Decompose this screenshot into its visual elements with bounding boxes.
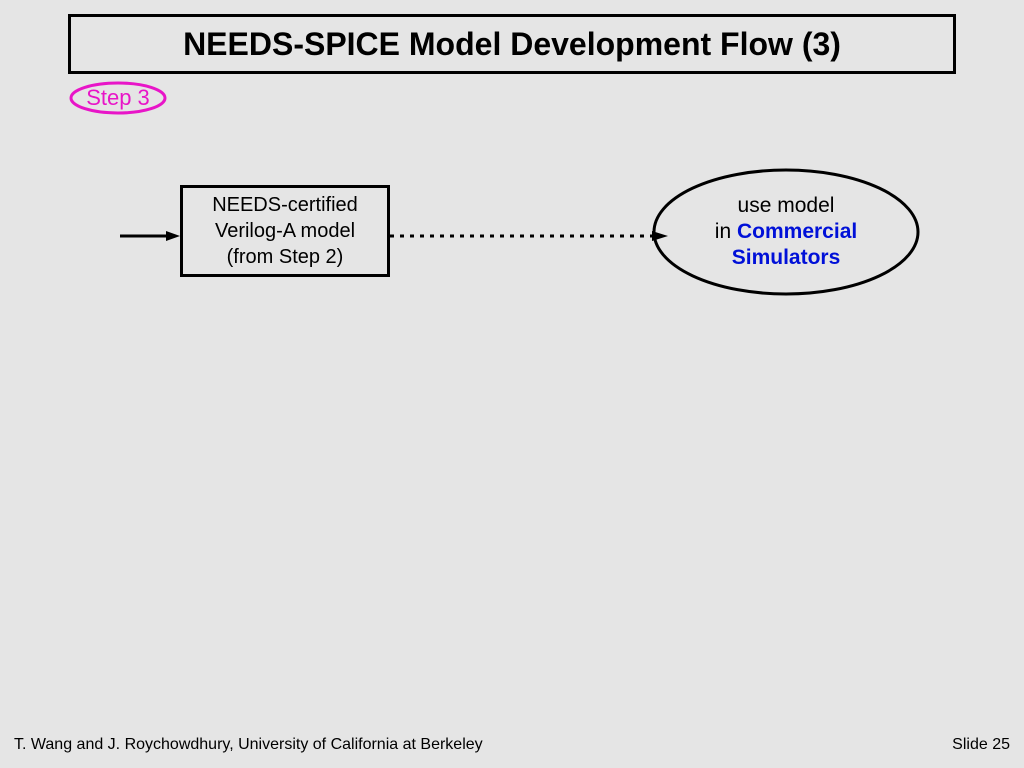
needs-certified-box: NEEDS-certified Verilog-A model (from St… xyxy=(180,185,390,277)
commercial-simulators-ellipse: use model in Commercial Simulators xyxy=(650,166,922,298)
title-text: NEEDS-SPICE Model Development Flow (3) xyxy=(183,26,841,62)
ellipse-content: use model in Commercial Simulators xyxy=(650,166,922,298)
dotted-arrow xyxy=(390,228,668,238)
box-line2: Verilog-A model xyxy=(212,218,358,244)
box-line3: (from Step 2) xyxy=(212,244,358,270)
ellipse-line2-emph: Commercial xyxy=(737,220,857,243)
arrow-right-icon xyxy=(120,231,180,241)
footer-slide-number: Slide 25 xyxy=(952,736,1010,754)
solid-arrow-into-box xyxy=(120,228,180,238)
step-label: Step 3 xyxy=(86,85,150,111)
step-badge: Step 3 xyxy=(68,80,168,116)
ellipse-line2: in Commercial xyxy=(715,219,857,245)
footer-authors: T. Wang and J. Roychowdhury, University … xyxy=(14,736,483,754)
box-line1: NEEDS-certified xyxy=(212,192,358,218)
slide-title: NEEDS-SPICE Model Development Flow (3) xyxy=(68,14,956,74)
slide-number: 25 xyxy=(992,736,1010,753)
box-content: NEEDS-certified Verilog-A model (from St… xyxy=(212,192,358,270)
ellipse-line3: Simulators xyxy=(732,245,841,271)
ellipse-line1: use model xyxy=(738,193,835,219)
dotted-arrow-right-icon xyxy=(390,231,668,241)
slide-label: Slide xyxy=(952,736,992,753)
ellipse-line2-pre: in xyxy=(715,220,737,243)
